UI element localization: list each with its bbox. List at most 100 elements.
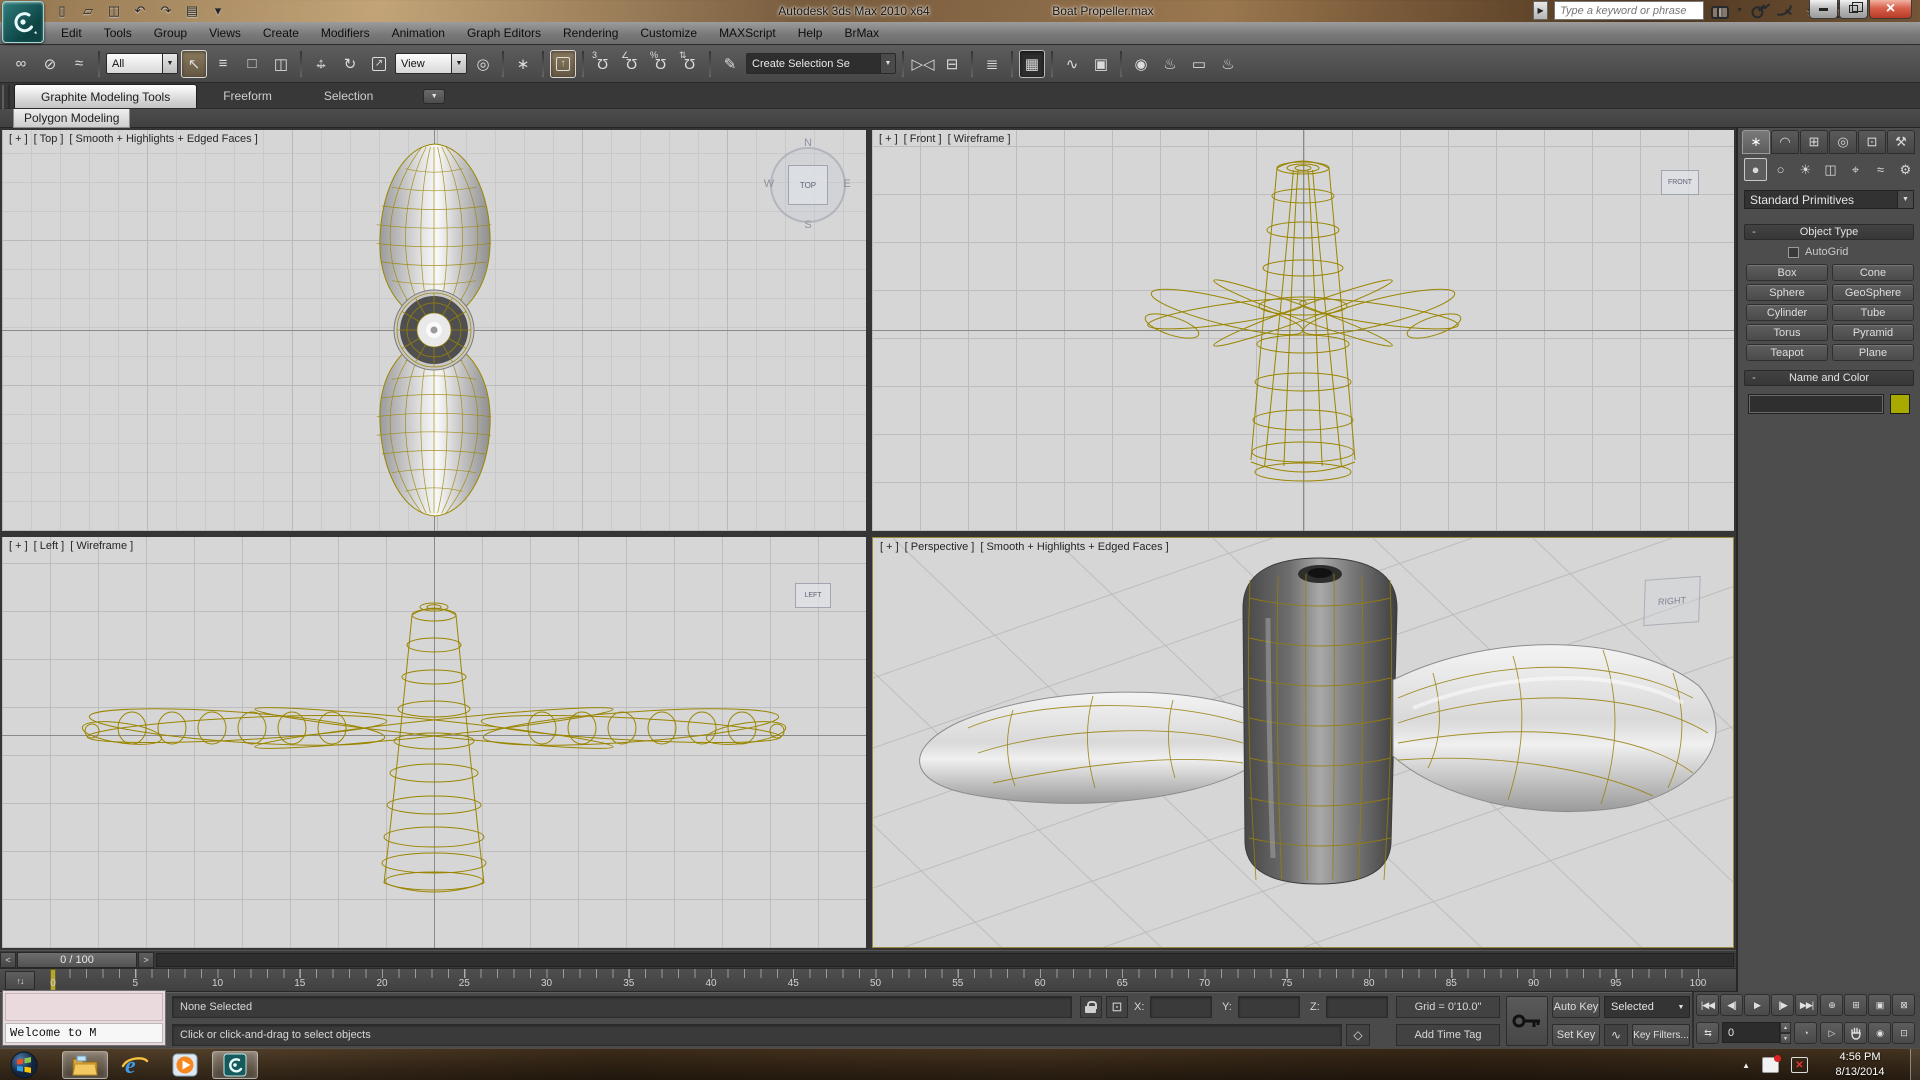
time-slider-track[interactable] <box>156 953 1734 967</box>
start-button[interactable] <box>4 1051 44 1079</box>
mirror-icon[interactable]: ▷◁ <box>910 50 936 78</box>
open-mini-curve-editor-button[interactable]: ↑↓ <box>5 971 35 990</box>
arc-rotate-button[interactable]: ◉ <box>1868 1022 1891 1044</box>
menu-customize[interactable]: Customize <box>629 23 708 43</box>
viewcube-right-face[interactable]: RIGHT <box>1643 576 1700 626</box>
graphite-modeling-toggle-icon[interactable]: ▦ <box>1019 50 1045 78</box>
zoom-button[interactable]: ⊕ <box>1820 994 1843 1016</box>
application-menu-button[interactable] <box>2 1 44 43</box>
previous-frame-arrow[interactable]: < <box>0 952 16 968</box>
select-and-rotate-icon[interactable]: ↻ <box>337 50 363 78</box>
compass-west[interactable]: W <box>762 178 776 190</box>
go-to-end-button[interactable]: ▶▶| <box>1795 994 1818 1016</box>
spinner-snap-icon[interactable]: Ω⇅ <box>677 50 703 78</box>
window-crossing-icon[interactable]: ◫ <box>268 50 294 78</box>
viewport-shading-menu[interactable]: [ Smooth + Highlights + Edged Faces ] <box>69 133 257 145</box>
collapse-icon[interactable]: - <box>1745 372 1763 384</box>
restore-button[interactable] <box>1839 0 1868 19</box>
menu-brmax[interactable]: BrMax <box>833 23 890 43</box>
menu-tools[interactable]: Tools <box>93 23 143 43</box>
viewport-name-menu[interactable]: [ Front ] <box>904 133 942 145</box>
helpers-icon[interactable]: ⌖ <box>1844 158 1867 181</box>
menu-animation[interactable]: Animation <box>381 23 456 43</box>
align-icon[interactable]: ⊟ <box>939 50 965 78</box>
menu-edit[interactable]: Edit <box>50 23 93 43</box>
spinner-down-icon[interactable]: ▼ <box>1780 1033 1791 1044</box>
render-setup-icon[interactable]: ♨ <box>1157 50 1183 78</box>
time-configuration-button[interactable]: ◔ <box>1794 1022 1817 1044</box>
tab-modify-icon[interactable]: ◠ <box>1771 130 1799 154</box>
category-dropdown[interactable]: Standard Primitives ▼ <box>1744 190 1914 209</box>
taskbar-windows-explorer[interactable] <box>62 1051 108 1079</box>
show-desktop-button[interactable] <box>1910 1049 1920 1080</box>
save-file-icon[interactable]: ◫ <box>104 2 124 20</box>
selection-filter-dropdown[interactable]: All▼ <box>106 53 178 74</box>
zoom-extents-button[interactable]: ▣ <box>1868 994 1891 1016</box>
collapse-icon[interactable]: - <box>1745 226 1763 238</box>
viewport-menu-plus[interactable]: [ + ] <box>879 133 898 145</box>
quick-access-caret-icon[interactable]: ▾ <box>208 2 228 20</box>
geometry-icon[interactable]: ● <box>1744 158 1767 181</box>
ribbon-tab-freeform[interactable]: Freeform <box>197 84 298 108</box>
select-and-scale-icon[interactable]: ↗ <box>366 50 392 78</box>
primitive-button-pyramid[interactable]: Pyramid <box>1832 324 1914 341</box>
zoom-all-button[interactable]: ⊞ <box>1844 994 1867 1016</box>
schematic-view-icon[interactable]: ▣ <box>1088 50 1114 78</box>
selection-lock-toggle[interactable] <box>1080 996 1102 1018</box>
primitive-button-sphere[interactable]: Sphere <box>1746 284 1828 301</box>
ribbon-tab-selection[interactable]: Selection <box>298 84 399 108</box>
viewcube-top-face[interactable]: TOP <box>788 165 828 205</box>
primitive-button-box[interactable]: Box <box>1746 264 1828 281</box>
z-coordinate-field[interactable] <box>1326 996 1388 1018</box>
search-input[interactable] <box>1554 1 1704 20</box>
tab-utilities-icon[interactable]: ⚒ <box>1887 130 1915 154</box>
subscription-center-icon[interactable] <box>1749 2 1769 20</box>
key-mode-toggle-button[interactable]: ⇆ <box>1696 1022 1719 1044</box>
render-production-icon[interactable]: ♨ <box>1215 50 1241 78</box>
next-frame-arrow[interactable]: > <box>138 952 154 968</box>
track-bar[interactable]: ↑↓ 0510152025303540455055606570758085909… <box>0 968 1736 992</box>
menu-maxscript[interactable]: MAXScript <box>708 23 787 43</box>
primitive-button-plane[interactable]: Plane <box>1832 344 1914 361</box>
viewport-front[interactable]: [ + ] [ Front ] [ Wireframe ] FRONT <box>872 130 1734 531</box>
rendered-frame-window-icon[interactable]: ▭ <box>1186 50 1212 78</box>
object-name-field[interactable] <box>1748 394 1884 414</box>
search-options-caret-icon[interactable]: ▼ <box>1736 7 1743 14</box>
compass-south[interactable]: S <box>801 219 815 231</box>
isolate-mode-icon[interactable]: ◇ <box>1346 1024 1370 1046</box>
ribbon-tab-graphite-modeling-tools[interactable]: Graphite Modeling Tools <box>14 84 197 108</box>
frame-spinner[interactable]: ▲▼ <box>1780 1022 1791 1044</box>
bind-to-space-warp-icon[interactable]: ≈ <box>66 50 92 78</box>
select-and-move-icon[interactable]: ↔↕ <box>308 50 334 78</box>
compass-east[interactable]: E <box>840 178 854 190</box>
y-coordinate-field[interactable] <box>1238 996 1300 1018</box>
search-icon[interactable] <box>1710 2 1730 20</box>
taskbar-internet-explorer[interactable]: e <box>112 1051 158 1079</box>
tab-hierarchy-icon[interactable]: ⊞ <box>1800 130 1828 154</box>
object-color-swatch[interactable] <box>1890 394 1910 414</box>
checkbox-icon[interactable] <box>1788 247 1799 258</box>
welcome-window-title[interactable]: Welcome to M <box>5 1023 163 1043</box>
material-editor-icon[interactable]: ◉ <box>1128 50 1154 78</box>
time-slider-handle[interactable]: 0 / 100 <box>17 952 137 968</box>
tray-network-icon[interactable]: ✕ <box>1791 1057 1808 1073</box>
viewport-name-menu[interactable]: [ Left ] <box>34 540 65 552</box>
set-key-button[interactable]: Set Key <box>1552 1024 1600 1046</box>
taskbar-3ds-max[interactable] <box>212 1051 258 1079</box>
tab-motion-icon[interactable]: ◎ <box>1829 130 1857 154</box>
polygon-modeling-panel[interactable]: Polygon Modeling <box>13 109 130 128</box>
tray-app-icon[interactable] <box>1762 1057 1779 1073</box>
previous-frame-button[interactable]: ◀|| <box>1720 994 1743 1016</box>
menu-help[interactable]: Help <box>787 23 834 43</box>
viewport-shading-menu[interactable]: [ Wireframe ] <box>70 540 133 552</box>
viewport-left[interactable]: [ + ] [ Left ] [ Wireframe ] LEFT <box>2 537 866 948</box>
current-frame-field[interactable]: 0 <box>1722 1022 1780 1043</box>
add-time-tag[interactable]: Add Time Tag <box>1396 1024 1500 1046</box>
select-and-link-icon[interactable]: ∞ <box>8 50 34 78</box>
autogrid-checkbox[interactable]: AutoGrid <box>1788 246 1848 258</box>
menu-modifiers[interactable]: Modifiers <box>310 23 381 43</box>
menu-create[interactable]: Create <box>252 23 310 43</box>
angle-snap-icon[interactable]: Ω∠ <box>619 50 645 78</box>
viewport-perspective[interactable]: [ + ] [ Perspective ] [ Smooth + Highlig… <box>872 537 1734 948</box>
play-button[interactable]: ▶ <box>1744 994 1770 1016</box>
